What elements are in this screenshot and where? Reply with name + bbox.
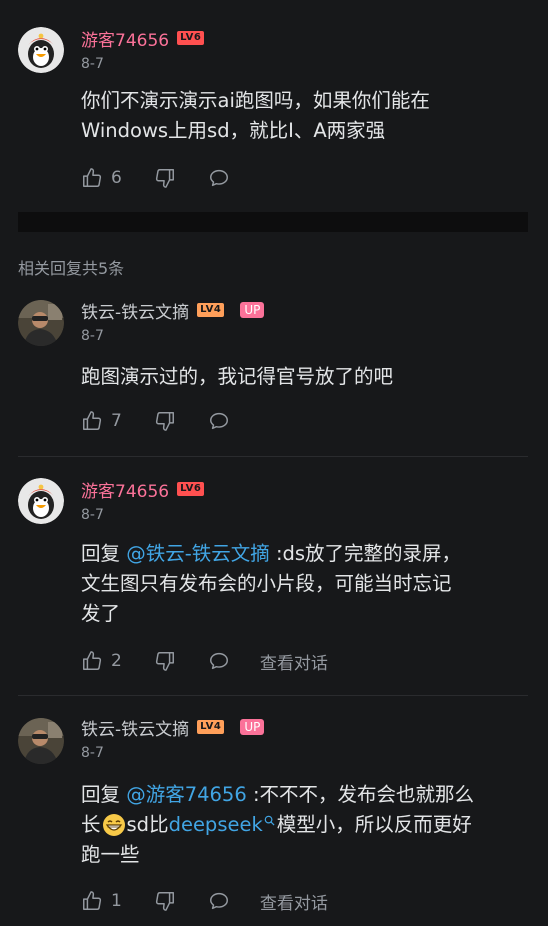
- reply-button[interactable]: [208, 410, 230, 432]
- avatar[interactable]: [18, 478, 64, 524]
- reply-prefix: 回复: [81, 783, 127, 806]
- comment-text-segment: 长: [81, 813, 101, 836]
- reply-button[interactable]: [208, 890, 230, 912]
- comment-date: 8-7: [81, 328, 104, 344]
- comment-text-segment: 模型小，所以反而更好: [276, 813, 472, 836]
- keyword-link[interactable]: deepseek: [169, 810, 263, 840]
- thumbs-up-icon: [81, 410, 103, 432]
- like-button[interactable]: 1: [81, 890, 122, 912]
- comment-actions: 6: [81, 165, 230, 191]
- thumbs-up-icon: [81, 650, 103, 672]
- level-badge: LV6: [177, 482, 205, 496]
- comment-date: 8-7: [81, 56, 104, 72]
- comment-text-segment: :ds放了完整的录屏，: [269, 542, 462, 565]
- comment-text: 回复 @游客74656 :不不不，发布会也就那么 长 sd比 deepseek …: [81, 780, 530, 870]
- photo-avatar-icon: [18, 300, 64, 346]
- comment-text: 跑图演示过的，我记得官号放了的吧: [81, 365, 394, 388]
- comment-actions: 2 查看对话: [81, 648, 328, 674]
- username[interactable]: 铁云-铁云文摘: [81, 715, 189, 740]
- dislike-button[interactable]: [154, 167, 176, 189]
- uploader-badge: UP: [240, 719, 265, 735]
- mention-link[interactable]: @铁云-铁云文摘: [126, 542, 270, 565]
- avatar[interactable]: [18, 718, 64, 764]
- comment-text-line: 跑一些: [81, 843, 140, 866]
- comment-text-segment: sd比: [126, 813, 169, 836]
- thumbs-up-icon: [81, 890, 103, 912]
- like-count: 6: [111, 168, 122, 188]
- thumbs-up-icon: [81, 167, 103, 189]
- dislike-button[interactable]: [154, 410, 176, 432]
- comment-bubble-icon: [208, 410, 230, 432]
- comment-text: 你们不演示演示ai跑图吗，如果你们能在 Windows上用sd，就比I、A两家强: [81, 86, 530, 146]
- like-count: 7: [111, 411, 122, 431]
- search-icon[interactable]: [264, 815, 275, 826]
- mention-link[interactable]: @游客74656: [126, 783, 247, 806]
- reply-prefix: 回复: [81, 542, 127, 565]
- dislike-button[interactable]: [154, 650, 176, 672]
- reply-button[interactable]: [208, 167, 230, 189]
- like-button[interactable]: 7: [81, 410, 122, 432]
- comment-bubble-icon: [208, 167, 230, 189]
- dislike-button[interactable]: [154, 890, 176, 912]
- username[interactable]: 游客74656: [81, 477, 169, 502]
- like-button[interactable]: 6: [81, 167, 122, 189]
- level-badge: LV4: [197, 303, 225, 317]
- avatar[interactable]: [18, 300, 64, 346]
- comment-text-line: Windows上用sd，就比I、A两家强: [81, 119, 386, 142]
- reply-button[interactable]: [208, 650, 230, 672]
- view-conversation-link[interactable]: 查看对话: [260, 649, 328, 674]
- section-divider: [18, 212, 528, 232]
- related-replies-count: 相关回复共5条: [18, 259, 125, 278]
- penguin-avatar-icon: [18, 27, 64, 73]
- comment-date: 8-7: [81, 745, 104, 761]
- like-count: 1: [111, 891, 122, 911]
- avatar[interactable]: [18, 27, 64, 73]
- thumbs-down-icon: [154, 167, 176, 189]
- comment-actions: 7: [81, 408, 230, 434]
- like-button[interactable]: 2: [81, 650, 122, 672]
- comment-text: 回复 @铁云-铁云文摘 :ds放了完整的录屏， 文生图只有发布会的小片段，可能当…: [81, 539, 530, 629]
- divider: [18, 695, 528, 696]
- penguin-avatar-icon: [18, 478, 64, 524]
- username[interactable]: 铁云-铁云文摘: [81, 298, 189, 323]
- thumbs-down-icon: [154, 890, 176, 912]
- comment-bubble-icon: [208, 650, 230, 672]
- like-count: 2: [111, 651, 122, 671]
- comment-text-line: 文生图只有发布会的小片段，可能当时忘记: [81, 572, 452, 595]
- uploader-badge: UP: [240, 302, 265, 318]
- username[interactable]: 游客74656: [81, 26, 169, 51]
- divider: [18, 456, 528, 457]
- photo-avatar-icon: [18, 718, 64, 764]
- thumbs-down-icon: [154, 650, 176, 672]
- view-conversation-link[interactable]: 查看对话: [260, 889, 328, 914]
- comment-bubble-icon: [208, 890, 230, 912]
- comment-actions: 1 查看对话: [81, 888, 328, 914]
- grin-emoji-icon: [102, 814, 125, 836]
- comment-text-line: 发了: [81, 602, 121, 625]
- comment-text-segment: :不不不，发布会也就那么: [246, 783, 475, 806]
- thumbs-down-icon: [154, 410, 176, 432]
- comment-text-line: 你们不演示演示ai跑图吗，如果你们能在: [81, 89, 430, 112]
- level-badge: LV4: [197, 720, 225, 734]
- comment-date: 8-7: [81, 507, 104, 523]
- level-badge: LV6: [177, 31, 205, 45]
